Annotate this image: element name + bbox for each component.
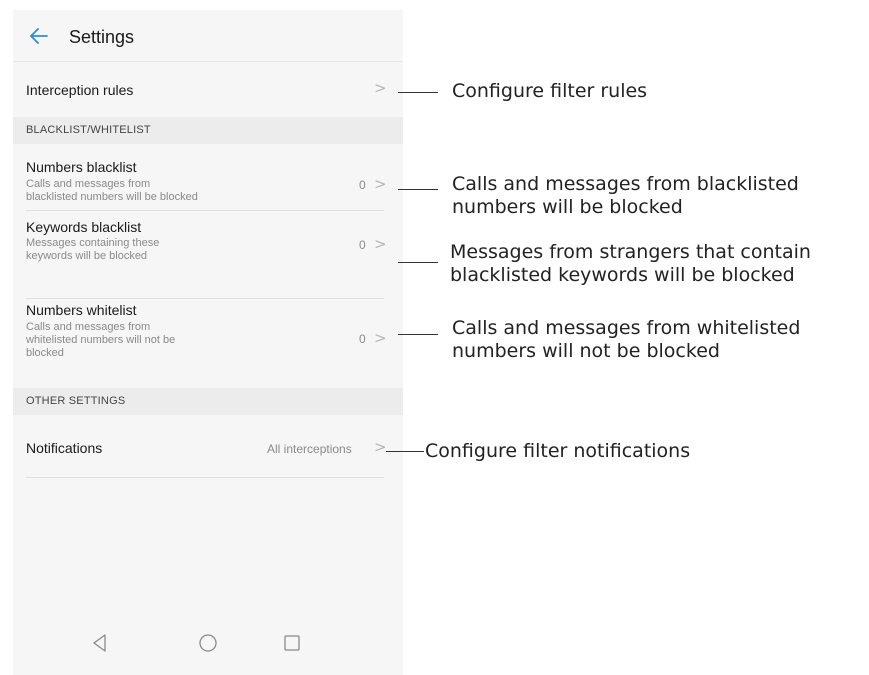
keywords-blacklist-row[interactable]: Keywords blacklist Messages containing t…: [13, 211, 403, 309]
section-label: BLACKLIST/WHITELIST: [26, 124, 151, 136]
home-circle-icon[interactable]: [195, 630, 221, 656]
back-arrow-icon[interactable]: [27, 24, 51, 48]
interception-rules-row[interactable]: Interception rules >: [13, 62, 403, 117]
app-bar: Settings: [13, 10, 403, 62]
numbers-whitelist-subtitle: Calls and messages from whitelisted numb…: [26, 321, 176, 359]
section-header-other-settings: OTHER SETTINGS: [13, 388, 403, 415]
back-triangle-icon[interactable]: [87, 630, 113, 656]
callout-leader-line: [386, 451, 424, 452]
callout-notifications: Configure filter notifications: [425, 440, 691, 462]
callout-leader-line: [398, 92, 438, 93]
keywords-blacklist-subtitle: Messages containing these keywords will …: [26, 237, 160, 262]
numbers-whitelist-row[interactable]: Numbers whitelist Calls and messages fro…: [13, 299, 403, 391]
callout-numbers-whitelist: Calls and messages from whitelisted numb…: [452, 317, 801, 362]
row-divider: [26, 477, 384, 478]
chevron-right-icon: >: [374, 235, 387, 253]
page-title: Settings: [69, 27, 135, 47]
notifications-title: Notifications: [26, 440, 103, 456]
section-label: OTHER SETTINGS: [26, 395, 126, 407]
callout-interception-rules: Configure filter rules: [452, 80, 648, 102]
notifications-row[interactable]: Notifications All interceptions >: [13, 415, 403, 477]
numbers-blacklist-count: 0: [359, 178, 366, 192]
chevron-right-icon: >: [374, 329, 387, 347]
notifications-value: All interceptions: [267, 442, 352, 456]
recents-square-icon[interactable]: [279, 630, 305, 656]
keywords-blacklist-title: Keywords blacklist: [26, 219, 142, 235]
keywords-blacklist-count: 0: [359, 238, 366, 252]
navigation-bar: [13, 608, 403, 675]
callout-leader-line: [398, 262, 438, 263]
section-header-blacklist-whitelist: BLACKLIST/WHITELIST: [13, 117, 403, 144]
callout-leader-line: [398, 189, 438, 190]
numbers-blacklist-row[interactable]: Numbers blacklist Calls and messages fro…: [13, 144, 403, 210]
numbers-whitelist-title: Numbers whitelist: [26, 302, 137, 318]
numbers-whitelist-count: 0: [359, 332, 366, 346]
phone-screen: Settings Interception rules > BLACKLIST/…: [13, 10, 403, 675]
chevron-right-icon: >: [374, 438, 387, 456]
numbers-blacklist-subtitle: Calls and messages from blacklisted numb…: [26, 178, 198, 203]
numbers-blacklist-title: Numbers blacklist: [26, 159, 137, 175]
callout-numbers-blacklist: Calls and messages from blacklisted numb…: [452, 173, 799, 218]
chevron-right-icon: >: [374, 79, 387, 97]
callout-keywords-blacklist: Messages from strangers that contain bla…: [450, 241, 811, 286]
callout-leader-line: [398, 334, 438, 335]
interception-rules-title: Interception rules: [26, 82, 134, 98]
chevron-right-icon: >: [374, 175, 387, 193]
